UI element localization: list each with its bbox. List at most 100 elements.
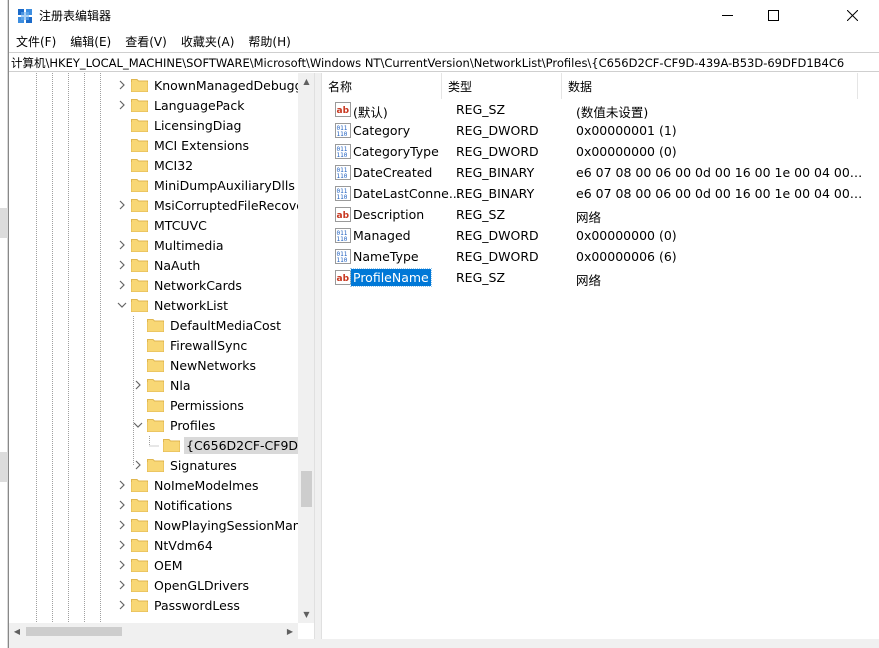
chevron-right-icon[interactable] (115, 255, 129, 275)
tree-item[interactable]: Notifications (115, 495, 234, 515)
chevron-right-icon[interactable] (115, 275, 129, 295)
menu-view[interactable]: 查看(V) (118, 31, 174, 51)
svg-text:ab: ab (337, 211, 350, 221)
tree-item-label: PasswordLess (154, 597, 240, 613)
tree-item[interactable]: NetworkCards (115, 275, 244, 295)
folder-icon (131, 299, 148, 312)
tree-item[interactable]: NowPlayingSessionManag (115, 515, 314, 535)
scroll-up-arrow-icon[interactable]: ▲ (298, 73, 314, 90)
scroll-down-arrow-icon[interactable]: ▼ (298, 606, 314, 623)
chevron-right-icon[interactable] (115, 75, 129, 95)
values-list-pane[interactable]: 名称 类型 数据 ab (默认) REG_SZ (数值未设置) 011 110 Catego… (321, 73, 879, 639)
registry-editor-icon (18, 9, 32, 23)
scroll-left-arrow-icon[interactable]: ◀ (9, 623, 25, 639)
value-row[interactable]: 011 110 DateCreated REG_BINARY e6 07 08 00 0… (322, 162, 879, 183)
key-tree-pane[interactable]: KnownManagedDebuggin LanguagePack Licensin… (9, 73, 315, 639)
tree-item[interactable]: MsiCorruptedFileRecovery (115, 195, 314, 215)
tree-item[interactable]: OpenGLDrivers (115, 575, 251, 595)
tree-item[interactable]: LicensingDiag (115, 115, 243, 135)
tree-item-label: Multimedia (154, 237, 224, 253)
tree-item-label: MTCUVC (154, 217, 207, 233)
address-path[interactable]: 计算机\HKEY_LOCAL_MACHINE\SOFTWARE\Microsof… (11, 55, 876, 71)
menu-bar: 文件(F) 编辑(E) 查看(V) 收藏夹(A) 帮助(H) (9, 31, 879, 51)
minimize-icon (721, 15, 733, 16)
chevron-down-icon[interactable] (115, 295, 129, 315)
svg-text:110: 110 (337, 173, 348, 180)
tree-item[interactable]: MCI32 (115, 155, 195, 175)
folder-icon (131, 219, 148, 232)
menu-favorites[interactable]: 收藏夹(A) (174, 31, 242, 51)
maximize-button[interactable] (750, 0, 796, 31)
chevron-right-icon[interactable] (131, 375, 145, 395)
menu-file[interactable]: 文件(F) (9, 31, 63, 51)
tree-item-label: Profiles (170, 417, 216, 433)
chevron-right-icon[interactable] (115, 235, 129, 255)
menu-help[interactable]: 帮助(H) (241, 31, 297, 51)
chevron-down-icon[interactable] (131, 415, 145, 435)
value-row[interactable]: 011 110 CategoryType REG_DWORD 0x00000000 (0… (322, 141, 879, 162)
value-row[interactable]: 011 110 Managed REG_DWORD 0x00000000 (0) (322, 225, 879, 246)
tree-item[interactable]: NewNetworks (131, 355, 258, 375)
scroll-right-arrow-icon[interactable]: ▶ (282, 623, 298, 639)
tree-item[interactable]: Permissions (131, 395, 246, 415)
column-header-data[interactable]: 数据 (562, 73, 858, 99)
chevron-right-icon[interactable] (115, 555, 129, 575)
folder-icon (147, 419, 164, 432)
value-type: REG_BINARY (456, 165, 535, 180)
menu-edit[interactable]: 编辑(E) (63, 31, 118, 51)
svg-text:110: 110 (337, 257, 348, 264)
tree-item-label: Nla (170, 377, 191, 393)
chevron-right-icon[interactable] (115, 195, 129, 215)
tree-vertical-scrollbar[interactable]: ▲ ▼ (298, 73, 314, 623)
chevron-right-icon[interactable] (131, 455, 145, 475)
tree-item[interactable]: {C656D2CF-CF9D-439 (147, 435, 314, 455)
value-row[interactable]: 011 110 NameType REG_DWORD 0x00000006 (6) (322, 246, 879, 267)
tree-item[interactable]: NaAuth (115, 255, 202, 275)
tree-item[interactable]: LanguagePack (115, 95, 246, 115)
tree-item[interactable]: MTCUVC (115, 215, 209, 235)
tree-item[interactable]: KnownManagedDebuggin (115, 75, 314, 95)
chevron-right-icon[interactable] (115, 95, 129, 115)
folder-icon (131, 119, 148, 132)
tree-item[interactable]: Signatures (131, 455, 239, 475)
chevron-right-icon[interactable] (115, 475, 129, 495)
column-header-type[interactable]: 类型 (442, 73, 562, 99)
tree-horizontal-scrollbar[interactable]: ◀ ▶ (9, 623, 298, 639)
tree-scroll-thumb[interactable] (301, 471, 312, 507)
chevron-right-icon[interactable] (115, 595, 129, 615)
chevron-right-icon[interactable] (115, 495, 129, 515)
folder-icon (131, 179, 148, 192)
close-button[interactable] (829, 0, 875, 31)
tree-item[interactable]: Profiles (131, 415, 217, 435)
tree-item[interactable]: NetworkList (115, 295, 230, 315)
tree-item[interactable]: MCI Extensions (115, 135, 251, 155)
value-type: REG_DWORD (456, 228, 539, 243)
folder-icon (131, 259, 148, 272)
tree-item[interactable]: FirewallSync (131, 335, 249, 355)
value-row[interactable]: 011 110 DateLastConne... REG_BINARY e6 07 08… (322, 183, 879, 204)
tree-item[interactable]: NoImeModelmes (115, 475, 260, 495)
tree-item[interactable]: Multimedia (115, 235, 226, 255)
tree-hscroll-thumb[interactable] (26, 627, 122, 636)
value-row[interactable]: 011 110 Category REG_DWORD 0x00000001 (1) (322, 120, 879, 141)
minimize-button[interactable] (704, 0, 750, 31)
tree-item[interactable]: NtVdm64 (115, 535, 215, 555)
value-row[interactable]: ab ProfileName REG_SZ 网络 (322, 267, 879, 288)
chevron-right-icon[interactable] (115, 535, 129, 555)
chevron-right-icon[interactable] (115, 515, 129, 535)
title-bar[interactable]: 注册表编辑器 (9, 0, 879, 31)
background-strip (0, 208, 8, 238)
tree-item[interactable]: PasswordLess (115, 595, 242, 615)
tree-item[interactable]: DefaultMediaCost (131, 315, 283, 335)
chevron-right-icon[interactable] (115, 575, 129, 595)
svg-text:110: 110 (337, 152, 348, 159)
tree-item[interactable]: OEM (115, 555, 185, 575)
value-row[interactable]: ab (默认) REG_SZ (数值未设置) (322, 99, 879, 120)
value-row[interactable]: ab Description REG_SZ 网络 (322, 204, 879, 225)
tree-item[interactable]: Nla (131, 375, 192, 395)
address-bar[interactable]: 计算机\HKEY_LOCAL_MACHINE\SOFTWARE\Microsof… (9, 52, 879, 72)
column-header-name[interactable]: 名称 (322, 73, 442, 99)
tree-item[interactable]: MiniDumpAuxiliaryDlls (115, 175, 297, 195)
